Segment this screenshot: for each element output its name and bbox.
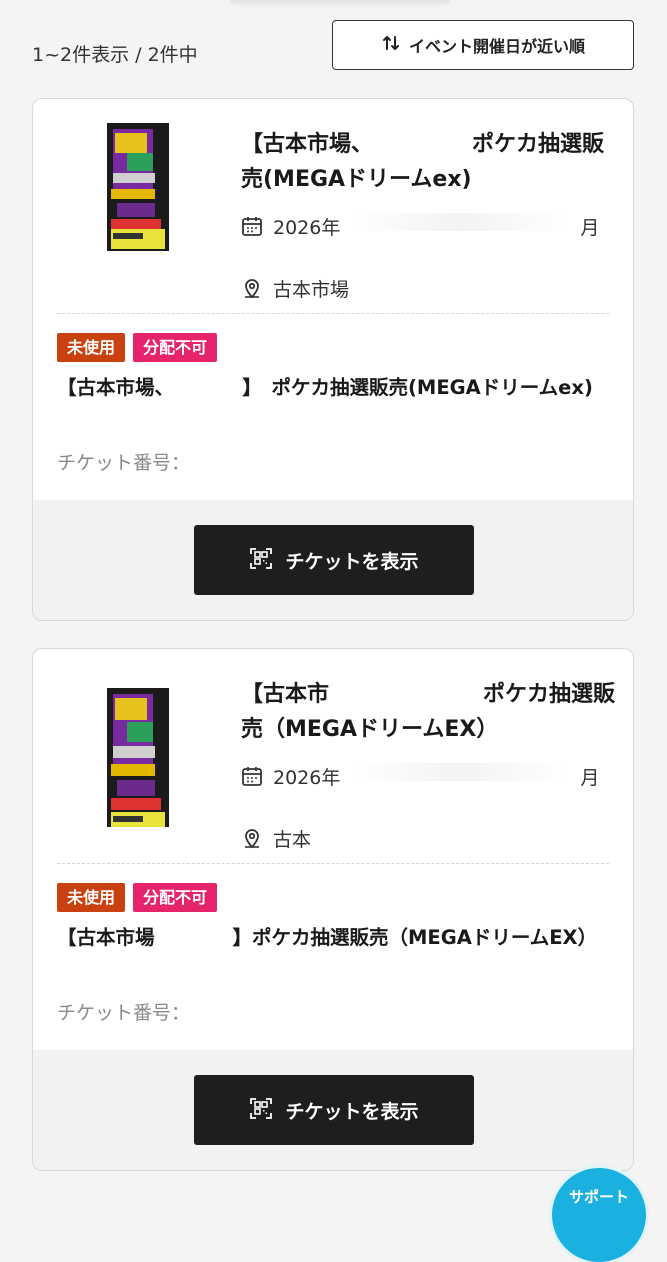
event-title[interactable]: 【古本市場、 ポケカ抽選販売(MEGAドリームex) — [241, 127, 621, 197]
card-divider — [57, 313, 609, 314]
support-label: サポート — [568, 1188, 629, 1206]
product-thumbnail[interactable] — [107, 677, 169, 827]
ticket-card: 【古本市場、 ポケカ抽選販売(MEGAドリームex) 2026年 月 古本市場 … — [32, 98, 634, 621]
ticket-number: チケット番号： — [57, 1002, 191, 1024]
ticket-card: 【古本市 ポケカ抽選販売（MEGAドリームEX） 2026年 月 古本 未使用 … — [32, 648, 634, 1171]
status-badge-unused: 未使用 — [57, 883, 126, 912]
status-badges: 未使用 分配不可 — [57, 333, 218, 362]
show-ticket-button[interactable]: チケットを表示 — [194, 525, 474, 595]
event-date-tail: 月 — [580, 767, 600, 789]
event-venue-row: 古本 — [241, 825, 425, 854]
event-venue: 古本 — [273, 829, 426, 851]
ticket-title: 【古本市場、 】 ポケカ抽選販売(MEGAドリームex) — [57, 376, 593, 399]
event-date-row: 2026年 月 — [241, 763, 599, 792]
redacted-area — [350, 763, 571, 781]
event-date-row: 2026年 月 — [241, 213, 599, 242]
location-pin-icon — [241, 275, 263, 304]
show-ticket-button[interactable]: チケットを表示 — [194, 1075, 474, 1145]
qr-code-icon — [249, 546, 273, 575]
result-count: 1~2件表示 / 2件中 — [32, 44, 198, 66]
sort-label: イベント開催日が近い順 — [408, 37, 585, 56]
ticket-number: チケット番号： — [57, 452, 191, 474]
event-date: 2026年 — [273, 217, 341, 239]
location-pin-icon — [241, 825, 263, 854]
ticket-title: 【古本市場 】ポケカ抽選販売（MEGAドリームEX） — [57, 926, 598, 949]
status-badge-no-distribution: 分配不可 — [133, 883, 218, 912]
event-title[interactable]: 【古本市 ポケカ抽選販売（MEGAドリームEX） — [241, 677, 621, 747]
redacted-area — [350, 213, 571, 231]
status-badge-no-distribution: 分配不可 — [133, 333, 218, 362]
support-button[interactable]: サポート — [552, 1168, 646, 1262]
show-ticket-label: チケットを表示 — [285, 1100, 419, 1123]
calendar-icon — [241, 213, 263, 242]
calendar-icon — [241, 763, 263, 792]
event-date: 2026年 — [273, 767, 341, 789]
sort-arrows-icon — [381, 33, 401, 57]
status-badge-unused: 未使用 — [57, 333, 126, 362]
card-footer: チケットを表示 — [33, 500, 633, 620]
product-thumbnail[interactable] — [107, 123, 169, 251]
top-shadow — [230, 0, 450, 8]
sort-button[interactable]: イベント開催日が近い順 — [332, 20, 634, 70]
status-badges: 未使用 分配不可 — [57, 883, 218, 912]
event-venue: 古本市場 — [273, 279, 350, 301]
show-ticket-label: チケットを表示 — [285, 550, 419, 573]
event-date-tail: 月 — [580, 217, 600, 239]
qr-code-icon — [249, 1096, 273, 1125]
card-footer: チケットを表示 — [33, 1050, 633, 1170]
event-venue-row: 古本市場 — [241, 275, 349, 304]
card-divider — [57, 863, 609, 864]
